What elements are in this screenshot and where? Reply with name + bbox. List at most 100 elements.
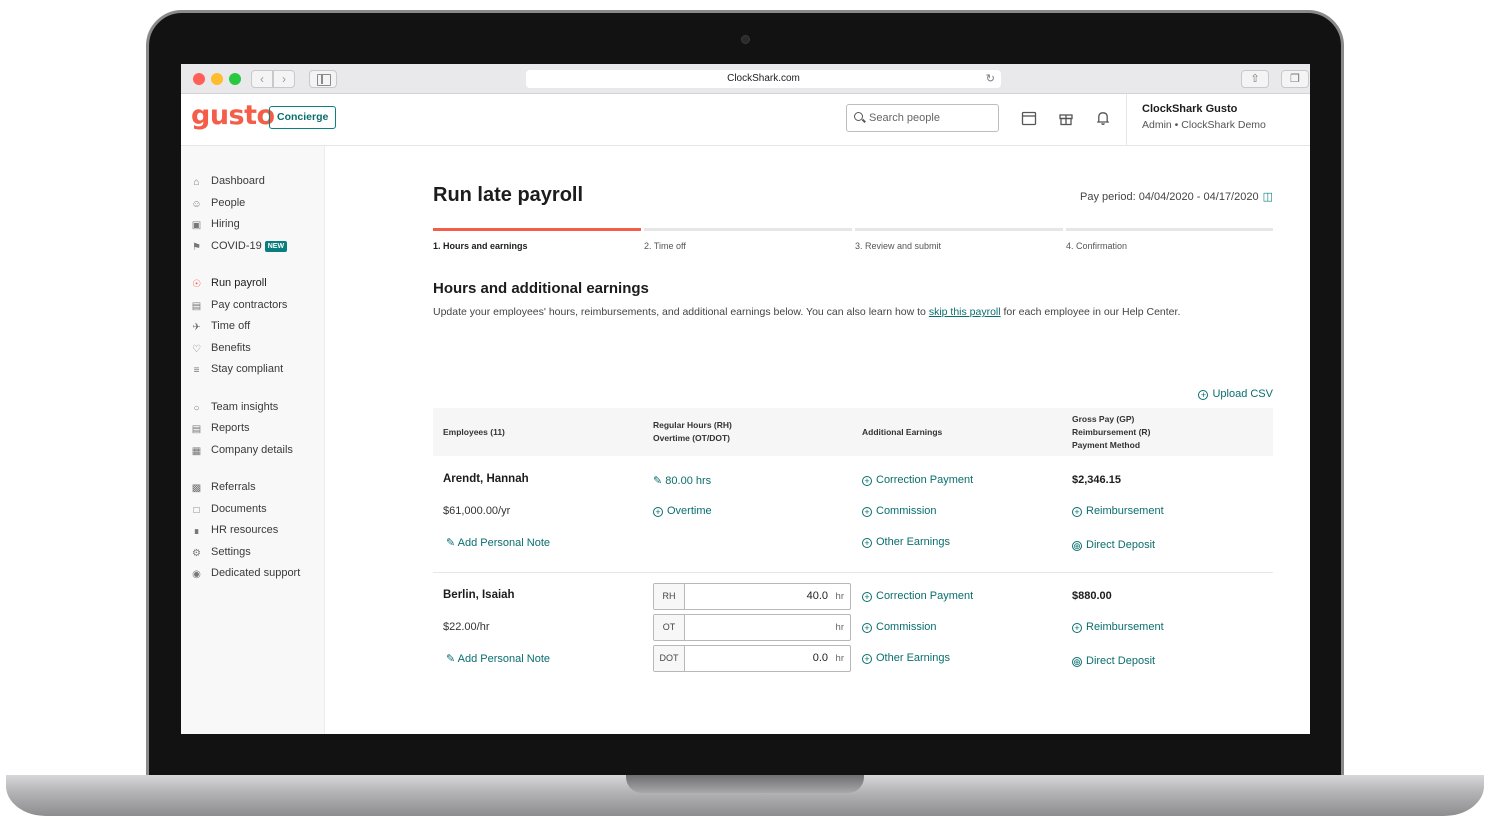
document-icon: □ [193, 505, 200, 516]
sidebar-item-covid-19[interactable]: ⚑ COVID-19 NEW [191, 237, 288, 255]
add-other-earnings-button[interactable]: + Other Earnings [862, 652, 950, 664]
sidebar-item-label: Reports [211, 422, 250, 434]
sidebar-item-documents[interactable]: □ Documents [191, 500, 267, 518]
flag-icon: ⚑ [192, 242, 201, 253]
bell-icon[interactable] [1095, 110, 1111, 126]
sidebar-item-people[interactable]: ☺ People [191, 194, 245, 212]
step-review-and-submit[interactable]: 3. Review and submit [855, 241, 941, 251]
hours-prefix: DOT [654, 646, 685, 671]
sidebar-item-pay-contractors[interactable]: ▤ Pay contractors [191, 296, 288, 314]
sidebar-item-settings[interactable]: ⚙ Settings [191, 543, 251, 561]
step-hours-and-earnings[interactable]: 1. Hours and earnings [433, 241, 528, 251]
url-bar[interactable]: ClockShark.com ↻ [526, 70, 1001, 88]
payment-method-button[interactable]: ⊕ Direct Deposit [1072, 655, 1155, 667]
sidebar-item-team-insights[interactable]: ○ Team insights [191, 398, 278, 416]
earning-label: Commission [876, 621, 937, 633]
row-divider [433, 572, 1273, 573]
sidebar-item-stay-compliant[interactable]: ≡ Stay compliant [191, 360, 284, 378]
sidebar-item-hr-resources[interactable]: ∎ HR resources [191, 521, 278, 539]
plus-circle-icon: + [862, 592, 872, 602]
sidebar-item-dashboard[interactable]: ⌂ Dashboard [191, 172, 265, 190]
plus-circle-icon: + [862, 538, 872, 548]
gift-icon: ▩ [191, 483, 202, 494]
pay-period[interactable]: Pay period: 04/04/2020 - 04/17/2020 ◫ [1080, 190, 1273, 203]
plane-icon: ✈ [192, 322, 201, 333]
overtime-hours-field[interactable]: OT hr [653, 614, 851, 641]
direct-deposit-icon: ⊕ [1072, 541, 1082, 551]
forward-button[interactable]: › [273, 70, 295, 88]
sidebar-item-referrals[interactable]: ▩ Referrals [191, 478, 256, 496]
back-button[interactable]: ‹ [251, 70, 273, 88]
add-correction-payment-button[interactable]: + Correction Payment [862, 590, 973, 602]
hours-unit: hr [835, 653, 844, 664]
edit-hours-button[interactable]: ✎ 80.00 hrs [653, 474, 711, 487]
add-personal-note-button[interactable]: ✎ Add Personal Note [446, 652, 550, 665]
sidebar-item-time-off[interactable]: ✈ Time off [191, 317, 250, 335]
th-hours: Regular Hours (RH) Overtime (OT/DOT) [653, 419, 732, 445]
header-divider [1126, 94, 1127, 146]
concierge-button[interactable]: Concierge [269, 106, 337, 129]
calendar-icon[interactable]: ◫ [1263, 191, 1273, 203]
sidebar-item-dedicated-support[interactable]: ◉ Dedicated support [191, 564, 300, 582]
share-icon[interactable]: ⇧ [1241, 70, 1269, 88]
payment-method-button[interactable]: ⊕ Direct Deposit [1072, 539, 1155, 551]
account-role: Admin • ClockShark Demo [1142, 119, 1266, 131]
hiring-icon: ▣ [191, 220, 202, 231]
account-name[interactable]: ClockShark Gusto [1142, 103, 1237, 115]
th-gross-pay: Gross Pay (GP) Reimbursement (R) Payment M… [1072, 413, 1150, 452]
employee-name[interactable]: Berlin, Isaiah [443, 589, 515, 601]
skip-payroll-link[interactable]: skip this payroll [929, 306, 1001, 318]
sidebar-item-reports[interactable]: ▤ Reports [191, 419, 250, 437]
dollar-icon: ☉ [192, 279, 201, 290]
sidebar-item-label: Hiring [211, 218, 240, 230]
th-additional-earnings: Additional Earnings [862, 427, 943, 437]
add-other-earnings-button[interactable]: + Other Earnings [862, 536, 950, 548]
th-hours-line: Regular Hours (RH) [653, 420, 732, 430]
hours-input-value[interactable]: 0.0 [813, 646, 828, 671]
add-correction-payment-button[interactable]: + Correction Payment [862, 474, 973, 486]
add-commission-button[interactable]: + Commission [862, 505, 937, 517]
hours-input-value[interactable]: 40.0 [807, 584, 828, 609]
add-overtime-button[interactable]: + Overtime [653, 505, 712, 517]
sidebar-item-label: Dashboard [211, 175, 265, 187]
hours-unit: hr [835, 591, 844, 602]
sidebar-item-label: Run payroll [211, 277, 267, 289]
add-commission-button[interactable]: + Commission [862, 621, 937, 633]
th-gross-line: Reimbursement (R) [1072, 427, 1151, 437]
sidebar-item-benefits[interactable]: ♡ Benefits [191, 339, 251, 357]
sidebar-toggle-icon[interactable] [309, 70, 337, 88]
calendar-icon[interactable] [1021, 110, 1037, 126]
step-confirmation[interactable]: 4. Confirmation [1066, 241, 1127, 251]
search-input[interactable]: Search people [846, 104, 999, 132]
sidebar: ⌂ Dashboard ☺ People ▣ Hiring ⚑ COVID-19 NEW … [181, 146, 325, 734]
hours-prefix: RH [654, 584, 685, 609]
gusto-logo[interactable]: gusto [191, 100, 275, 131]
sidebar-item-company-details[interactable]: ▦ Company details [191, 441, 293, 459]
pencil-icon: ✎ [653, 475, 666, 487]
add-reimbursement-button[interactable]: + Reimbursement [1072, 505, 1164, 517]
reload-icon[interactable]: ↻ [986, 70, 995, 88]
employee-name[interactable]: Arendt, Hannah [443, 473, 529, 485]
regular-hours-field[interactable]: RH 40.0 hr [653, 583, 851, 610]
sidebar-item-hiring[interactable]: ▣ Hiring [191, 215, 240, 233]
close-window-button[interactable] [193, 73, 205, 85]
zoom-window-button[interactable] [229, 73, 241, 85]
double-overtime-hours-field[interactable]: DOT 0.0 hr [653, 645, 851, 672]
url-text: ClockShark.com [727, 73, 800, 84]
main-content: Run late payroll Pay period: 04/04/2020 … [326, 146, 1310, 734]
step-time-off[interactable]: 2. Time off [644, 241, 686, 251]
upload-csv-button[interactable]: + Upload CSV [1198, 388, 1273, 400]
tabs-icon[interactable]: ❐ [1281, 70, 1309, 88]
payment-method-label: Direct Deposit [1086, 539, 1156, 551]
sidebar-item-label: Documents [211, 503, 267, 515]
section-desc-text: Update your employees' hours, reimbursem… [433, 306, 929, 318]
add-reimbursement-button[interactable]: + Reimbursement [1072, 621, 1164, 633]
gift-icon[interactable] [1058, 110, 1074, 126]
direct-deposit-icon: ⊕ [1072, 657, 1082, 667]
screen: ‹ › ClockShark.com ↻ ⇧ ❐ gusto Concierge… [181, 64, 1310, 734]
pay-period-text: Pay period: 04/04/2020 - 04/17/2020 [1080, 191, 1259, 203]
plus-circle-icon: + [862, 476, 872, 486]
add-personal-note-button[interactable]: ✎ Add Personal Note [446, 536, 550, 549]
minimize-window-button[interactable] [211, 73, 223, 85]
sidebar-item-run-payroll[interactable]: ☉ Run payroll [191, 274, 267, 292]
